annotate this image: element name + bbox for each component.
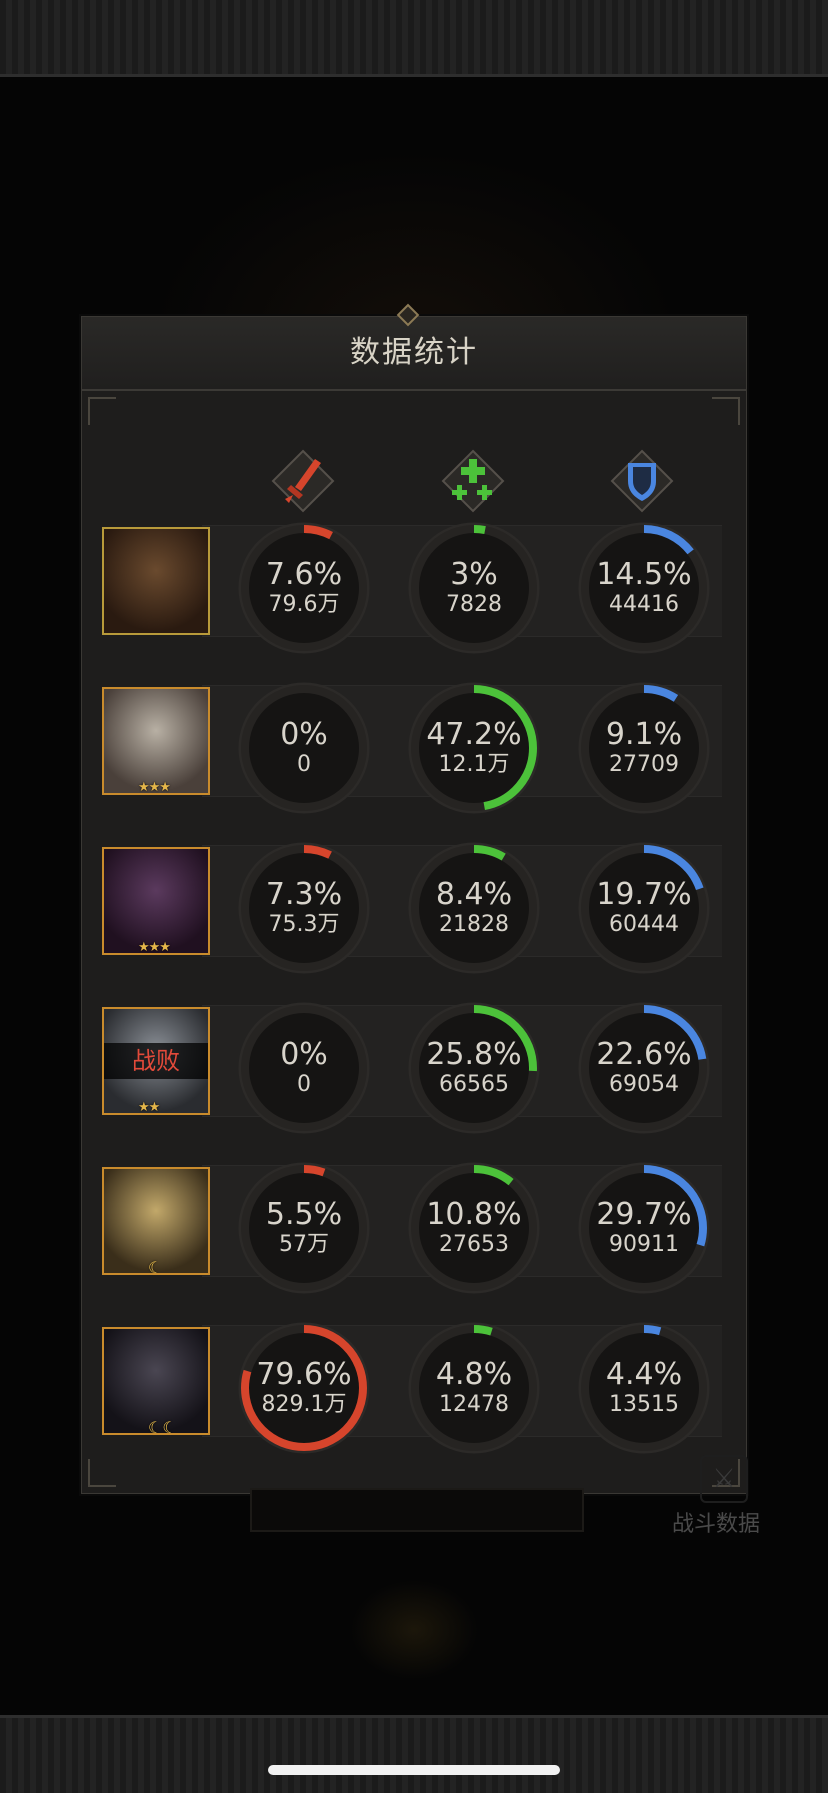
stat-value: 13515: [609, 1392, 679, 1417]
damage-ring: 79.6% 829.1万: [236, 1320, 372, 1456]
hero-row: 战败 ★★ 0% 0 25.8% 66565 22.6% 69054: [82, 987, 746, 1137]
stat-percent: 0%: [280, 1037, 328, 1072]
stat-percent: 7.3%: [265, 877, 343, 912]
stat-value: 829.1万: [261, 1392, 347, 1417]
tank-ring: 19.7% 60444: [576, 840, 712, 976]
stat-percent: 7.6%: [265, 557, 343, 592]
stat-value: 90911: [609, 1232, 679, 1257]
defeated-label: 战败: [104, 1043, 208, 1079]
stat-percent: 8.4%: [435, 877, 513, 912]
heal-ring: 25.8% 66565: [406, 1000, 542, 1136]
stats-panel: 数据统计 7.6% 79.6万 3% 7828 14.5% 44416 ★★★ 0% 0 47.2…: [81, 303, 747, 1494]
star-rating: ★★★: [138, 940, 171, 955]
stat-value: 27653: [439, 1232, 509, 1257]
stat-percent: 3%: [450, 557, 498, 592]
heal-ring: 8.4% 21828: [406, 840, 542, 976]
stat-value: 0: [297, 752, 311, 777]
damage-ring: 0% 0: [236, 1000, 372, 1136]
hero-row: ☾☾ 79.6% 829.1万 4.8% 12478 4.4% 13515: [82, 1307, 746, 1457]
star-rating: ★★★: [138, 780, 171, 795]
top-decor-bar: [0, 0, 828, 77]
moon-rank-icon: ☾: [148, 1258, 163, 1275]
damage-ring: 7.3% 75.3万: [236, 840, 372, 976]
stat-value: 69054: [609, 1072, 679, 1097]
stat-percent: 29.7%: [596, 1197, 692, 1232]
corner-ornament: [88, 397, 116, 425]
damage-ring: 0% 0: [236, 680, 372, 816]
stat-percent: 14.5%: [596, 557, 692, 592]
hero-portrait[interactable]: ★★★: [102, 847, 210, 955]
heal-ring: 4.8% 12478: [406, 1320, 542, 1456]
hero-portrait[interactable]: [102, 527, 210, 635]
stat-percent: 79.6%: [256, 1357, 352, 1392]
stat-value: 12.1万: [438, 752, 510, 777]
battle-data-link[interactable]: 战斗数据: [672, 1506, 760, 1538]
hero-portrait[interactable]: 战败 ★★: [102, 1007, 210, 1115]
hero-row: 7.6% 79.6万 3% 7828 14.5% 44416: [82, 507, 746, 657]
panel-header: 数据统计: [82, 303, 746, 391]
stat-percent: 10.8%: [426, 1197, 522, 1232]
stat-percent: 4.4%: [605, 1357, 683, 1392]
hero-row: ★★★ 7.3% 75.3万 8.4% 21828 19.7% 60444: [82, 827, 746, 977]
panel-title: 数据统计: [350, 335, 478, 370]
hero-portrait[interactable]: ☾☾: [102, 1327, 210, 1435]
background-crest: [350, 1580, 478, 1680]
dark-mage-portrait: [104, 849, 208, 953]
tank-ring: 4.4% 13515: [576, 1320, 712, 1456]
tank-ring: 29.7% 90911: [576, 1160, 712, 1296]
background-button: [250, 1488, 584, 1532]
silver-priestess-portrait: [104, 689, 208, 793]
home-indicator[interactable]: [268, 1765, 560, 1775]
corner-ornament: [88, 1459, 116, 1487]
moon-rank-icon: ☾☾: [148, 1418, 177, 1435]
battle-data-icon[interactable]: ⚔: [700, 1455, 748, 1503]
hero-row: ★★★ 0% 0 47.2% 12.1万 9.1% 27709: [82, 667, 746, 817]
damage-ring: 7.6% 79.6万: [236, 520, 372, 656]
star-rating: ★★: [138, 1100, 160, 1115]
stat-value: 79.6万: [268, 592, 340, 617]
tank-ring: 22.6% 69054: [576, 1000, 712, 1136]
stat-value: 7828: [446, 592, 502, 617]
stat-value: 60444: [609, 912, 679, 937]
stat-value: 0: [297, 1072, 311, 1097]
stat-value: 27709: [609, 752, 679, 777]
hero-row: ☾ 5.5% 57万 10.8% 27653 29.7% 90911: [82, 1147, 746, 1297]
bearded-warrior-portrait: [104, 529, 208, 633]
stat-value: 21828: [439, 912, 509, 937]
stat-value: 75.3万: [268, 912, 340, 937]
stat-value: 44416: [609, 592, 679, 617]
stat-percent: 22.6%: [596, 1037, 692, 1072]
stat-percent: 4.8%: [435, 1357, 513, 1392]
stat-value: 12478: [439, 1392, 509, 1417]
stat-percent: 25.8%: [426, 1037, 522, 1072]
tank-ring: 9.1% 27709: [576, 680, 712, 816]
stat-value: 57万: [279, 1232, 329, 1257]
heal-ring: 3% 7828: [406, 520, 542, 656]
stat-percent: 0%: [280, 717, 328, 752]
stat-percent: 47.2%: [426, 717, 522, 752]
stat-percent: 19.7%: [596, 877, 692, 912]
stat-percent: 9.1%: [605, 717, 683, 752]
heal-ring: 47.2% 12.1万: [406, 680, 542, 816]
damage-ring: 5.5% 57万: [236, 1160, 372, 1296]
heal-ring: 10.8% 27653: [406, 1160, 542, 1296]
hero-portrait[interactable]: ★★★: [102, 687, 210, 795]
stat-value: 66565: [439, 1072, 509, 1097]
corner-ornament: [712, 397, 740, 425]
bottom-decor-bar: [0, 1715, 828, 1793]
tank-ring: 14.5% 44416: [576, 520, 712, 656]
stat-percent: 5.5%: [265, 1197, 343, 1232]
hero-portrait[interactable]: ☾: [102, 1167, 210, 1275]
